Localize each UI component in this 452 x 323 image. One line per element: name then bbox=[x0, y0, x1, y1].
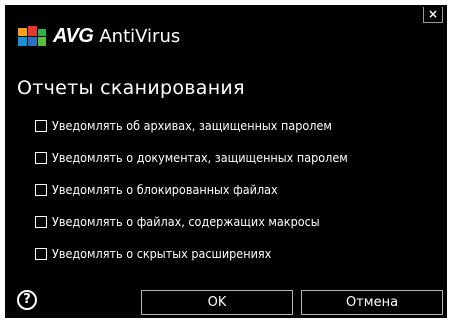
option-hidden-extensions[interactable]: Уведомлять о скрытых расширениях bbox=[35, 245, 348, 262]
checkbox-blocked-files[interactable] bbox=[35, 183, 47, 196]
help-icon[interactable]: ? bbox=[17, 290, 37, 310]
option-documents[interactable]: Уведомлять о документах, защищенных паро… bbox=[35, 149, 348, 166]
checkbox-documents[interactable] bbox=[35, 151, 47, 164]
option-label: Уведомлять о блокированных файлах bbox=[52, 182, 278, 197]
product-name: AntiVirus bbox=[99, 25, 181, 47]
options-list: Уведомлять об архивах, защищенных пароле… bbox=[35, 117, 348, 277]
option-macros[interactable]: Уведомлять о файлах, содержащих макросы bbox=[35, 213, 348, 230]
option-label: Уведомлять о документах, защищенных паро… bbox=[52, 150, 348, 165]
checkbox-macros[interactable] bbox=[35, 215, 47, 228]
option-label: Уведомлять об архивах, защищенных пароле… bbox=[52, 118, 332, 133]
ok-button[interactable]: OK bbox=[141, 290, 293, 315]
avg-dialog: × AVG AntiVirus Отчеты сканирования Увед… bbox=[5, 5, 447, 318]
close-button[interactable]: × bbox=[423, 7, 443, 23]
avg-logo-icon bbox=[18, 26, 46, 46]
brand-name: AVG bbox=[53, 24, 94, 47]
cancel-button[interactable]: Отмена bbox=[301, 290, 443, 315]
close-icon: × bbox=[427, 7, 439, 21]
checkbox-hidden-extensions[interactable] bbox=[35, 247, 47, 260]
brand-header: AVG AntiVirus bbox=[17, 21, 180, 51]
option-label: Уведомлять о скрытых расширениях bbox=[52, 246, 272, 261]
option-archives[interactable]: Уведомлять об архивах, защищенных пароле… bbox=[35, 117, 348, 134]
option-label: Уведомлять о файлах, содержащих макросы bbox=[52, 214, 320, 229]
option-blocked-files[interactable]: Уведомлять о блокированных файлах bbox=[35, 181, 348, 198]
checkbox-archives[interactable] bbox=[35, 119, 47, 132]
page-title: Отчеты сканирования bbox=[17, 77, 245, 99]
